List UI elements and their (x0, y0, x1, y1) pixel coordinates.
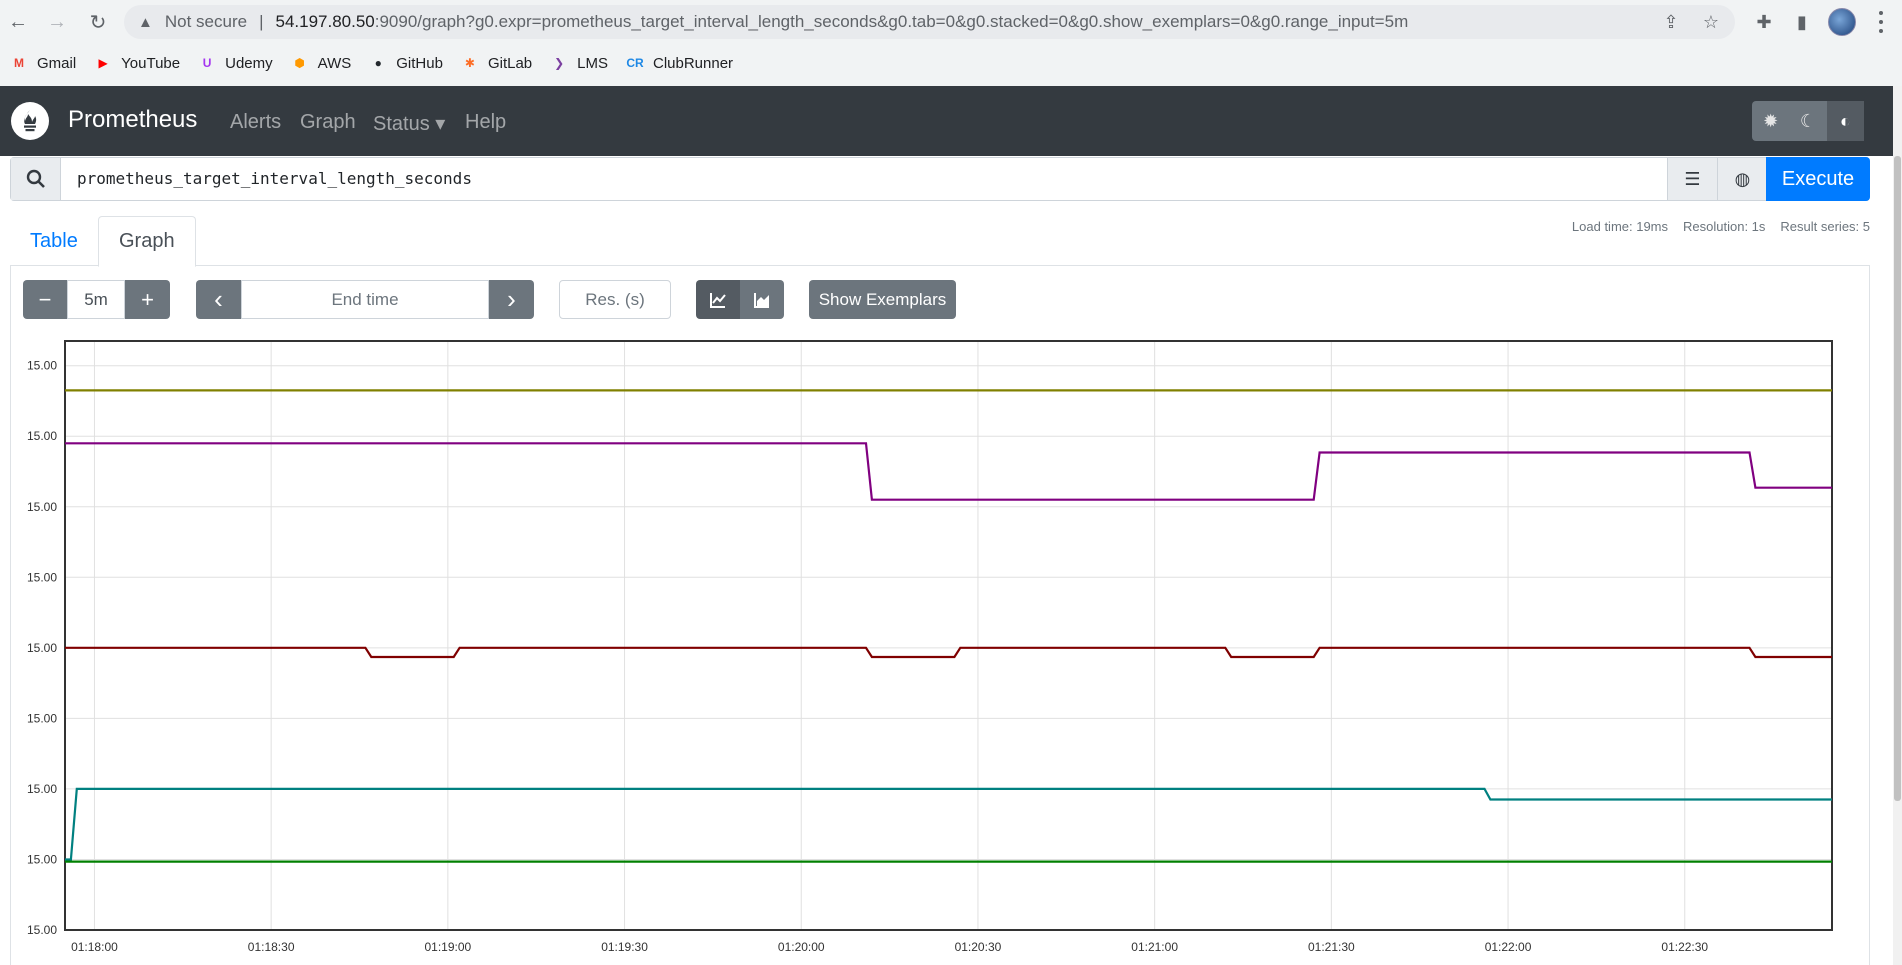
x-tick-label: 01:22:00 (1485, 940, 1532, 954)
query-stats: Load time: 19ms Resolution: 1s Result se… (1572, 219, 1870, 234)
udemy-icon: U (202, 56, 212, 70)
bookmark-label: AWS (317, 54, 352, 72)
y-tick-label: 15.00 (27, 923, 57, 937)
light-theme-icon[interactable]: ✹ (1752, 101, 1789, 141)
bookmark-label: GitLab (487, 54, 533, 72)
bookmark-label: Gmail (37, 54, 77, 72)
x-tick-label: 01:22:30 (1661, 940, 1708, 954)
github-icon: ● (374, 56, 382, 70)
next-time-button[interactable]: › (489, 280, 534, 319)
execute-button[interactable]: Execute (1766, 157, 1870, 201)
security-status: Not secure (164, 12, 248, 31)
search-icon (11, 158, 61, 200)
back-arrow-icon[interactable]: ← (4, 8, 32, 36)
expression-input[interactable]: prometheus_target_interval_length_second… (77, 169, 472, 188)
theme-toggle-group: ✹ ☾ ◐ (1752, 101, 1864, 141)
prometheus-logo-icon[interactable] (11, 102, 49, 140)
stacked-chart-icon[interactable] (740, 280, 784, 319)
result-series: Result series: 5 (1780, 219, 1870, 234)
youtube-icon: ▶ (98, 56, 108, 70)
lms-icon: ❯ (554, 56, 565, 70)
bookmark-gitlab[interactable]: ✱ GitLab (461, 54, 532, 72)
y-tick-label: 15.00 (27, 500, 57, 514)
x-tick-label: 01:19:00 (424, 940, 471, 954)
y-tick-label: 15.00 (27, 570, 57, 584)
y-tick-label: 15.00 (27, 852, 57, 866)
gitlab-icon: ✱ (464, 56, 475, 70)
warning-icon: ▲ (138, 13, 153, 31)
page-scrollbar[interactable] (1893, 86, 1902, 965)
nav-link-help[interactable]: Help (465, 111, 506, 134)
reload-icon[interactable]: ↻ (84, 8, 112, 36)
bookmark-lms[interactable]: ❯ LMS (550, 54, 608, 72)
y-tick-label: 15.00 (27, 359, 57, 373)
x-tick-label: 01:18:30 (248, 940, 295, 954)
brand-title[interactable]: Prometheus (68, 106, 197, 134)
line-chart: 15.00 15.00 15.00 15.00 15.00 15.00 15.00 15.00… (27, 340, 1833, 954)
unstacked-chart-icon[interactable] (696, 280, 740, 319)
url-host: 54.197.80.50 (275, 12, 375, 31)
bookmark-gmail[interactable]: M Gmail (10, 54, 76, 72)
y-tick-label: 15.00 (27, 711, 57, 725)
plot-area-border (64, 340, 1833, 931)
series-line-2 (65, 442, 1832, 501)
bookmark-label: Udemy (225, 54, 273, 72)
bookmark-clubrunner[interactable]: CR ClubRunner (626, 54, 733, 72)
series-line-4 (65, 787, 1832, 861)
x-tick-label: 01:21:30 (1308, 940, 1355, 954)
browser-menu-icon[interactable] (1876, 8, 1886, 36)
format-expression-icon[interactable]: ☰ (1667, 158, 1717, 200)
gmail-icon: M (14, 56, 24, 70)
url-separator: | (259, 12, 264, 31)
bookmark-udemy[interactable]: U Udemy (198, 54, 273, 72)
bookmark-aws[interactable]: ⬢ AWS (291, 54, 352, 72)
nav-link-alerts[interactable]: Alerts (230, 111, 281, 134)
y-tick-label: 15.00 (27, 782, 57, 796)
prometheus-navbar: Prometheus Alerts Graph Status ▾ Help ✹ ☾ ◐ (0, 86, 1893, 156)
x-tick-label: 01:19:30 (601, 940, 648, 954)
previous-time-button[interactable]: ‹ (196, 280, 241, 319)
expression-input-group: prometheus_target_interval_length_second… (10, 157, 1870, 201)
x-tick-label: 01:20:30 (955, 940, 1002, 954)
series-line-3 (65, 646, 1832, 659)
address-bar[interactable]: ▲ Not secure | 54.197.80.50:9090/graph?g… (124, 5, 1735, 39)
x-tick-label: 01:21:00 (1131, 940, 1178, 954)
y-tick-label: 15.00 (27, 429, 57, 443)
resolution-input[interactable]: Res. (s) (559, 280, 671, 319)
auto-theme-icon[interactable]: ◐ (1826, 101, 1864, 141)
resolution: Resolution: 1s (1683, 219, 1766, 234)
bookmark-label: YouTube (121, 54, 181, 72)
nav-link-status[interactable]: Status ▾ (373, 111, 445, 136)
forward-arrow-icon[interactable]: → (43, 8, 71, 36)
bookmark-label: LMS (577, 54, 608, 72)
dark-theme-icon[interactable]: ☾ (1789, 101, 1826, 141)
share-icon[interactable]: ⇪ (1659, 10, 1683, 34)
side-panel-icon[interactable]: ▮ (1790, 10, 1814, 34)
bookmark-github[interactable]: ● GitHub (369, 54, 443, 72)
metrics-explorer-icon[interactable]: ◍ (1717, 158, 1767, 200)
load-time: Load time: 19ms (1571, 219, 1669, 234)
extensions-icon[interactable]: ✚ (1752, 10, 1776, 34)
star-icon[interactable]: ☆ (1699, 10, 1723, 34)
y-tick-label: 15.00 (27, 641, 57, 655)
bookmarks-bar: M Gmail ▶ YouTube U Udemy ⬢ AWS ● GitHub ✱ GitLab ❯ L… (0, 50, 741, 76)
range-input[interactable]: 5m (67, 280, 125, 319)
nav-link-graph[interactable]: Graph (300, 111, 356, 134)
tab-graph[interactable]: Graph (98, 216, 196, 267)
x-tick-label: 01:18:00 (71, 940, 118, 954)
url-path: :9090/graph?g0.expr=prometheus_target_in… (374, 12, 1409, 31)
aws-icon: ⬢ (294, 56, 305, 70)
bookmark-youtube[interactable]: ▶ YouTube (94, 54, 181, 72)
end-time-input[interactable]: End time (241, 280, 489, 319)
tab-table[interactable]: Table (10, 216, 98, 267)
decrease-range-button[interactable]: − (23, 280, 67, 319)
bookmark-label: GitHub (396, 54, 443, 72)
clubrunner-icon: CR (626, 56, 644, 70)
bookmark-label: ClubRunner (653, 54, 734, 72)
increase-range-button[interactable]: + (125, 280, 170, 319)
profile-avatar[interactable] (1828, 8, 1856, 36)
x-tick-label: 01:20:00 (778, 940, 825, 954)
show-exemplars-button[interactable]: Show Exemplars (809, 280, 956, 319)
